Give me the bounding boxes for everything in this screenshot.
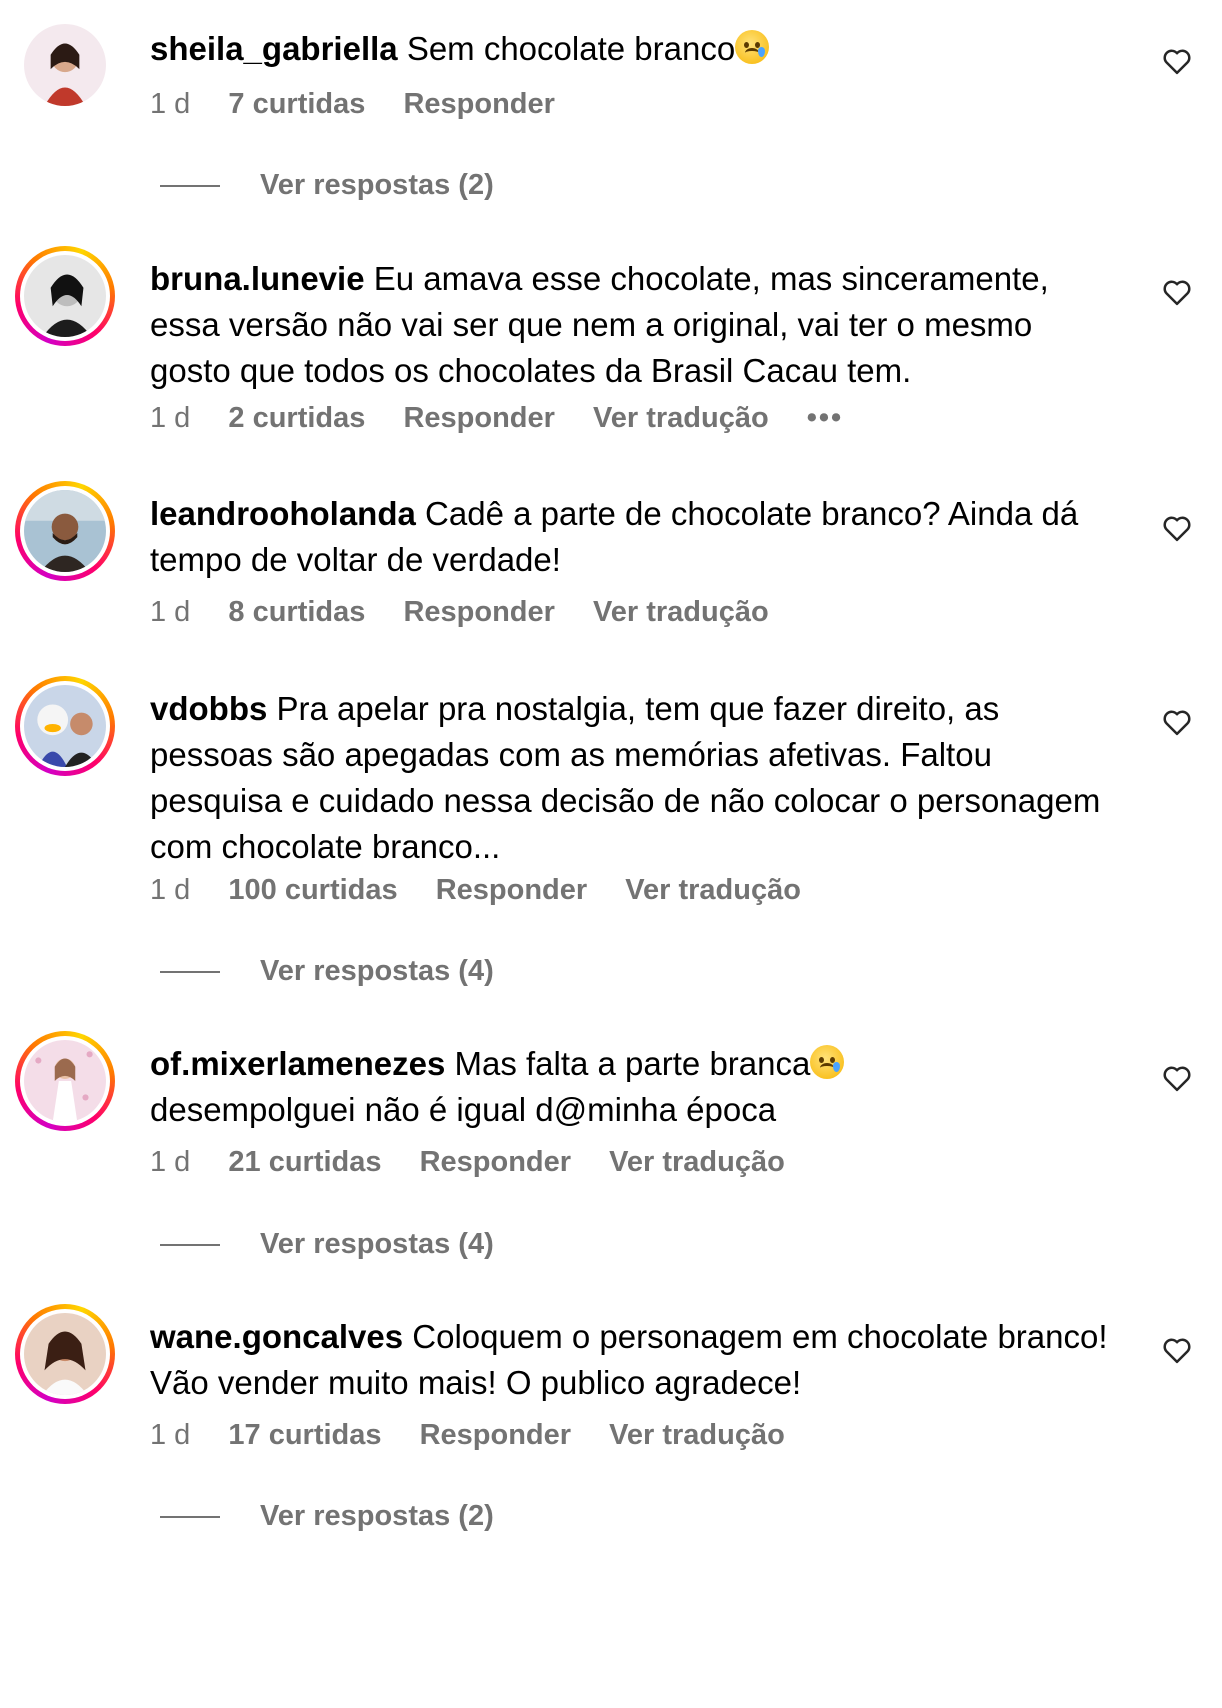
divider xyxy=(160,1244,220,1247)
view-replies-label[interactable]: Ver respostas (2) xyxy=(260,169,494,201)
comment-body: Pra apelar pra nostalgia, tem que fazer … xyxy=(150,690,1101,865)
reply-button[interactable]: Responder xyxy=(420,1419,571,1451)
view-replies-label[interactable]: Ver respostas (4) xyxy=(260,1228,494,1260)
avatar-story-ring[interactable] xyxy=(15,676,115,776)
translate-button[interactable]: Ver tradução xyxy=(625,874,801,906)
divider xyxy=(160,185,220,188)
avatar[interactable] xyxy=(15,15,115,115)
comment-meta: 1 d 8 curtidas Responder Ver tradução xyxy=(150,596,799,629)
reply-button[interactable]: Responder xyxy=(436,874,587,906)
comment-age: 1 d xyxy=(150,596,191,628)
likes-count[interactable]: 21 curtidas xyxy=(228,1146,381,1178)
username-link[interactable]: sheila_gabriella xyxy=(150,30,398,67)
avatar-image xyxy=(24,1040,106,1122)
comment-body: Mas falta a parte branca xyxy=(454,1045,811,1082)
comment-meta: 1 d 2 curtidas Responder Ver tradução ••… xyxy=(150,402,873,435)
avatar-image xyxy=(24,24,106,106)
avatar-image xyxy=(24,490,106,572)
reply-button[interactable]: Responder xyxy=(403,596,554,628)
heart-icon[interactable] xyxy=(1162,514,1192,542)
avatar-story-ring[interactable] xyxy=(15,481,115,581)
translate-button[interactable]: Ver tradução xyxy=(609,1146,785,1178)
username-link[interactable]: wane.goncalves xyxy=(150,1318,403,1355)
comment-meta: 1 d 17 curtidas Responder Ver tradução xyxy=(150,1419,815,1452)
comment-age: 1 d xyxy=(150,402,191,434)
divider xyxy=(160,1516,220,1519)
heart-icon[interactable] xyxy=(1162,1064,1192,1092)
username-link[interactable]: vdobbs xyxy=(150,690,267,727)
username-link[interactable]: leandrooholanda xyxy=(150,495,416,532)
reply-button[interactable]: Responder xyxy=(403,402,554,434)
heart-icon[interactable] xyxy=(1162,708,1192,736)
avatar-story-ring[interactable] xyxy=(15,1031,115,1131)
comment-meta: 1 d 7 curtidas Responder xyxy=(150,88,585,121)
comment-text: wane.goncalves Coloquem o personagem em … xyxy=(150,1314,1120,1406)
reply-button[interactable]: Responder xyxy=(403,88,554,120)
comment-body-line-2: desempolguei não é igual d@minha época xyxy=(150,1091,777,1128)
comment-text: bruna.lunevie Eu amava esse chocolate, m… xyxy=(150,256,1120,394)
heart-icon[interactable] xyxy=(1162,278,1192,306)
comment-age: 1 d xyxy=(150,1146,191,1178)
avatar-story-ring[interactable] xyxy=(15,1304,115,1404)
view-replies-button[interactable]: Ver respostas (4) xyxy=(160,1228,494,1261)
heart-icon[interactable] xyxy=(1162,47,1192,75)
comment-body: Sem chocolate branco xyxy=(406,30,736,67)
view-replies-label[interactable]: Ver respostas (2) xyxy=(260,1500,494,1532)
comment-text: vdobbs Pra apelar pra nostalgia, tem que… xyxy=(150,686,1120,870)
divider xyxy=(160,971,220,974)
username-link[interactable]: bruna.lunevie xyxy=(150,260,365,297)
avatar-image xyxy=(24,255,106,337)
more-options-icon[interactable]: ••• xyxy=(807,402,843,434)
view-replies-button[interactable]: Ver respostas (2) xyxy=(160,1500,494,1533)
crying-face-emoji-icon xyxy=(810,1045,845,1079)
avatar-image xyxy=(24,1313,106,1395)
likes-count[interactable]: 17 curtidas xyxy=(228,1419,381,1451)
heart-icon[interactable] xyxy=(1162,1336,1192,1364)
view-replies-button[interactable]: Ver respostas (4) xyxy=(160,955,494,988)
crying-face-emoji-icon xyxy=(735,30,770,64)
translate-button[interactable]: Ver tradução xyxy=(609,1419,785,1451)
comment-age: 1 d xyxy=(150,874,191,906)
likes-count[interactable]: 100 curtidas xyxy=(228,874,397,906)
view-replies-label[interactable]: Ver respostas (4) xyxy=(260,955,494,987)
username-link[interactable]: of.mixerlamenezes xyxy=(150,1045,445,1082)
likes-count[interactable]: 8 curtidas xyxy=(228,596,365,628)
comment-text: sheila_gabriella Sem chocolate branco xyxy=(150,26,1120,72)
likes-count[interactable]: 7 curtidas xyxy=(228,88,365,120)
avatar-story-ring[interactable] xyxy=(15,246,115,346)
translate-button[interactable]: Ver tradução xyxy=(593,596,769,628)
translate-button[interactable]: Ver tradução xyxy=(593,402,769,434)
likes-count[interactable]: 2 curtidas xyxy=(228,402,365,434)
avatar-image xyxy=(24,685,106,767)
comment-meta: 1 d 21 curtidas Responder Ver tradução xyxy=(150,1146,815,1179)
view-replies-button[interactable]: Ver respostas (2) xyxy=(160,169,494,202)
comment-age: 1 d xyxy=(150,88,191,120)
comment-age: 1 d xyxy=(150,1419,191,1451)
reply-button[interactable]: Responder xyxy=(420,1146,571,1178)
comment-text: leandrooholanda Cadê a parte de chocolat… xyxy=(150,491,1120,583)
comment-text: of.mixerlamenezes Mas falta a parte bran… xyxy=(150,1041,1120,1133)
comment-meta: 1 d 100 curtidas Responder Ver tradução xyxy=(150,874,831,907)
